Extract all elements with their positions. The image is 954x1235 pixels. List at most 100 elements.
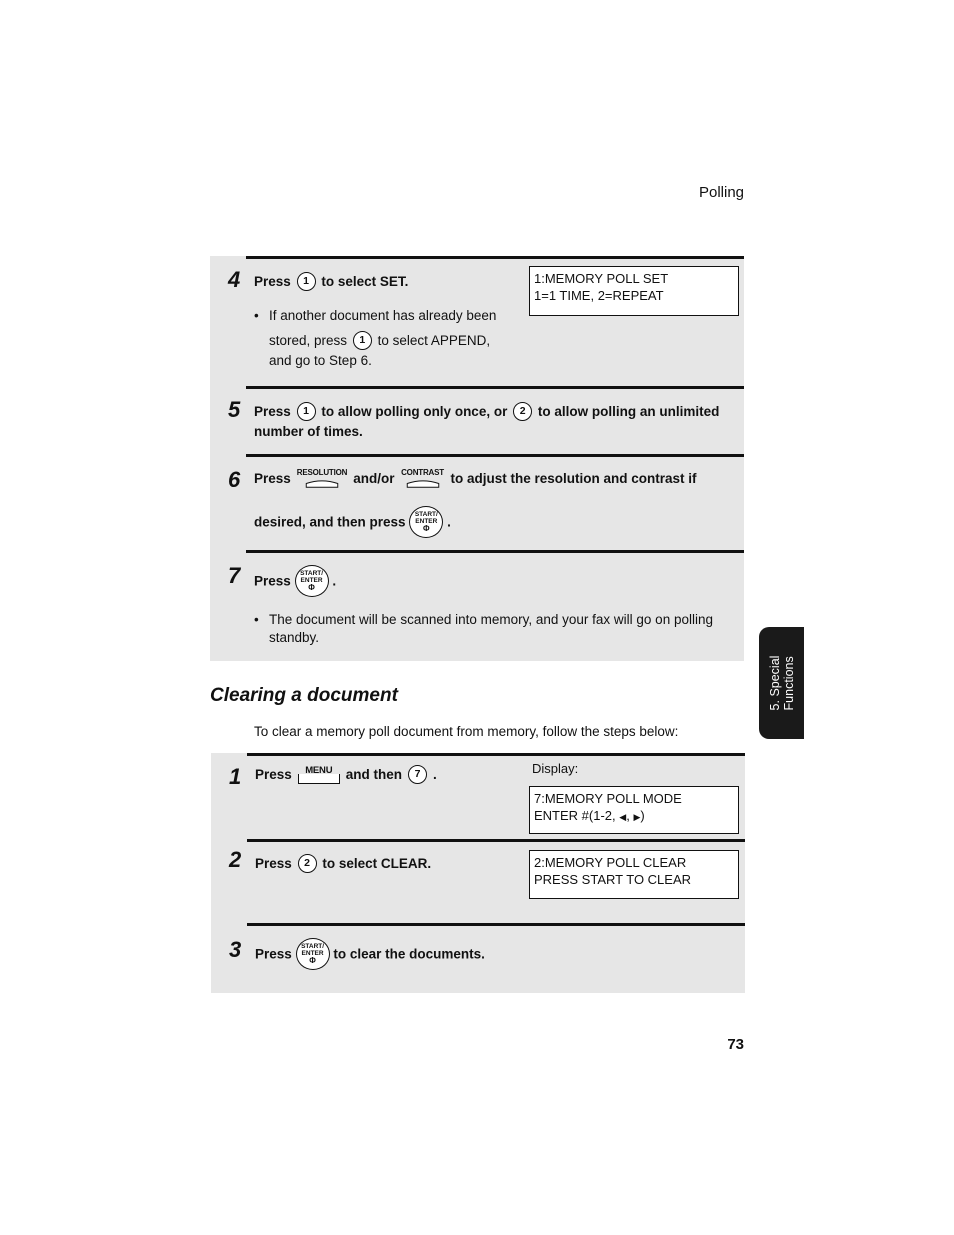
lcd-display: 1:MEMORY POLL SET 1=1 TIME, 2=REPEAT: [529, 266, 739, 316]
instruction-text: and then: [345, 767, 403, 782]
instruction-text: to clear the documents.: [333, 946, 485, 962]
number-key-1: 1: [352, 330, 372, 350]
lcd-text: ,: [626, 808, 630, 823]
step-instruction: Press 1 to select SET.: [254, 271, 409, 292]
start-icon: Φ: [308, 583, 315, 592]
step-6: 6 Press RESOLUTION and/or CONTRAST to ad…: [210, 454, 744, 550]
bullet-icon: •: [254, 612, 259, 627]
step-divider: [247, 923, 745, 926]
number-key-1: 1: [296, 271, 316, 291]
chapter-tab-line: 5. Special: [767, 655, 782, 711]
instruction-text: Press: [254, 573, 291, 589]
step-instruction: Press MENU and then 7 .: [255, 765, 437, 784]
bullet-text: standby.: [269, 630, 320, 645]
step-number: 6: [228, 467, 241, 492]
bullet-text: If another document has already been: [269, 308, 497, 323]
key-label: START/: [300, 570, 324, 577]
number-key-2: 2: [513, 401, 533, 421]
instruction-text: desired, and then press: [254, 514, 406, 530]
start-icon: Φ: [309, 956, 316, 965]
instruction-text: .: [447, 514, 451, 530]
bullet-text: stored, press 1 to select APPEND,: [269, 330, 490, 351]
step-instruction: Press 2 to select CLEAR.: [255, 853, 432, 874]
key-shape-icon: [297, 774, 340, 784]
display-label: Display:: [532, 761, 579, 776]
instruction-text: Press: [254, 274, 291, 289]
instruction-text: to select CLEAR.: [322, 856, 432, 871]
instruction-text: to select SET.: [321, 274, 409, 289]
step-divider: [246, 550, 744, 553]
instruction-text: to allow polling only once, or: [321, 404, 508, 419]
step-5: 5 Press 1 to allow polling only once, or…: [210, 386, 744, 454]
step-number: 2: [229, 847, 242, 872]
contrast-key: CONTRAST: [401, 468, 445, 488]
instruction-text: Press: [255, 946, 292, 962]
menu-key: MENU: [297, 766, 340, 784]
steps-panel-clearing: 1 Press MENU and then 7 . Display: 7:MEM…: [211, 753, 745, 993]
step-instruction: Press 1 to allow polling only once, or 2…: [254, 401, 720, 422]
bullet-text-part: stored, press: [269, 333, 348, 348]
key-label: START/: [414, 511, 438, 518]
step-instruction: Press RESOLUTION and/or CONTRAST to adju…: [254, 468, 697, 488]
step-3: 3 Press START/ ENTER Φ to clear the docu…: [211, 923, 745, 993]
step-number: 3: [229, 937, 242, 962]
step-4: 4 Press 1 to select SET. • If another do…: [210, 256, 744, 386]
instruction-text: .: [433, 767, 437, 782]
step-2: 2 Press 2 to select CLEAR. 2:MEMORY POLL…: [211, 839, 745, 923]
step-number: 4: [228, 267, 241, 292]
step-divider: [246, 386, 744, 389]
step-divider: [246, 256, 744, 259]
step-divider: [247, 753, 745, 756]
lcd-text: ): [640, 808, 645, 823]
step-number: 5: [228, 397, 241, 422]
lcd-line: 1:MEMORY POLL SET: [534, 271, 669, 286]
chapter-tab-label: 5. Special Functions: [768, 656, 796, 711]
step-1: 1 Press MENU and then 7 . Display: 7:MEM…: [211, 753, 745, 839]
number-key-7: 7: [408, 765, 428, 784]
step-divider: [247, 839, 745, 842]
step-number: 7: [228, 563, 241, 588]
key-label: RESOLUTION: [296, 468, 348, 477]
lcd-line: 1=1 TIME, 2=REPEAT: [534, 288, 664, 303]
bullet-text: and go to Step 6.: [269, 353, 372, 368]
key-label: CONTRAST: [401, 468, 444, 477]
key-shape-icon: [305, 480, 339, 488]
steps-panel-polling: 4 Press 1 to select SET. • If another do…: [210, 256, 744, 661]
step-divider: [246, 454, 744, 457]
instruction-text: Press: [255, 856, 292, 871]
bullet-text: The document will be scanned into memory…: [269, 612, 713, 627]
step-instruction: Press START/ ENTER Φ to clear the docume…: [255, 938, 485, 971]
start-enter-key: START/ ENTER Φ: [295, 938, 330, 970]
chapter-tab[interactable]: 5. Special Functions: [759, 627, 804, 739]
running-head: Polling: [698, 184, 744, 201]
section-intro: To clear a memory poll document from mem…: [254, 724, 679, 739]
lcd-display: 7:MEMORY POLL MODE ENTER #(1-2, ◀, ▶): [529, 786, 739, 834]
instruction-text: number of times.: [254, 424, 363, 439]
number-key-2: 2: [297, 853, 317, 873]
page-number: 73: [727, 1036, 744, 1053]
lcd-line: 7:MEMORY POLL MODE: [534, 791, 682, 806]
chapter-tab-line: Functions: [781, 656, 796, 711]
instruction-text: Press: [255, 767, 292, 782]
key-label: START/: [301, 943, 325, 950]
lcd-text: ENTER #(1-2,: [534, 808, 616, 823]
start-icon: Φ: [423, 524, 430, 533]
key-shape-icon: [406, 480, 439, 488]
lcd-line: ENTER #(1-2, ◀, ▶): [534, 807, 734, 826]
instruction-text: .: [332, 573, 337, 589]
instruction-text: and/or: [353, 471, 395, 486]
instruction-text: to allow polling an unlimited: [537, 404, 720, 419]
instruction-text: Press: [254, 471, 291, 486]
step-instruction: Press START/ ENTER Φ .: [254, 565, 337, 598]
step-7: 7 Press START/ ENTER Φ . • The document …: [210, 550, 744, 661]
section-title: Clearing a document: [210, 685, 398, 706]
lcd-line: 2:MEMORY POLL CLEAR: [534, 855, 687, 870]
number-key-1: 1: [296, 401, 316, 421]
start-enter-key: START/ ENTER Φ: [294, 565, 329, 597]
start-enter-key: START/ ENTER Φ: [409, 506, 444, 538]
step-instruction: desired, and then press START/ ENTER Φ .: [254, 506, 451, 539]
lcd-display: 2:MEMORY POLL CLEAR PRESS START TO CLEAR: [529, 850, 739, 899]
bullet-icon: •: [254, 308, 259, 323]
step-number: 1: [229, 764, 242, 789]
resolution-key: RESOLUTION: [297, 468, 347, 488]
